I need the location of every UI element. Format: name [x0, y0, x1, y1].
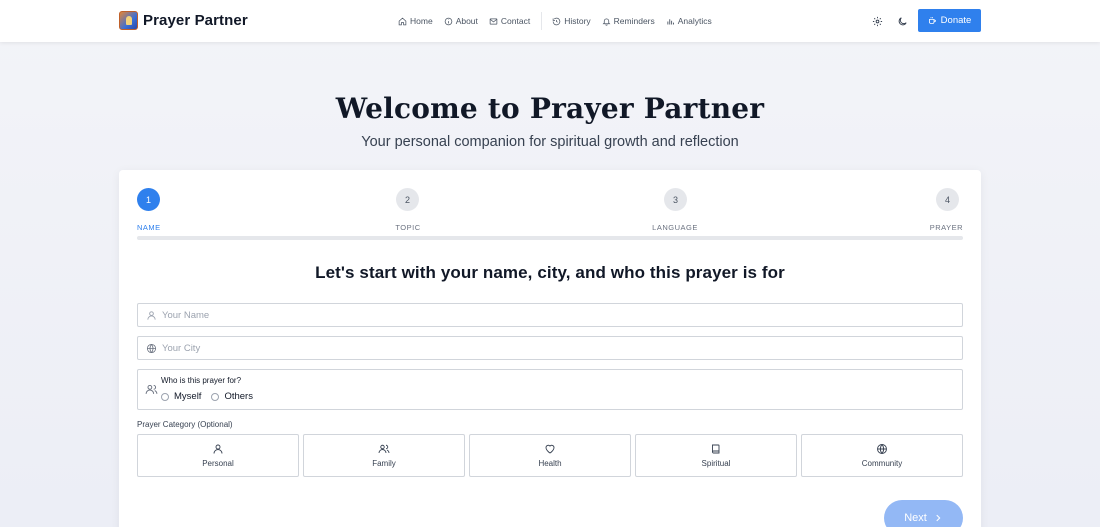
nav-home[interactable]: Home: [398, 16, 433, 26]
info-icon: [444, 17, 452, 25]
city-field[interactable]: [137, 336, 963, 360]
nav-reminders-label: Reminders: [613, 16, 655, 26]
step-heading: Let's start with your name, city, and wh…: [315, 263, 785, 282]
mail-icon: [489, 18, 498, 24]
home-icon: [398, 17, 407, 25]
nav-analytics-label: Analytics: [677, 16, 712, 26]
top-navbar: Prayer Partner Home About Contact Histor…: [0, 0, 1100, 42]
category-spiritual[interactable]: Spiritual: [635, 434, 797, 477]
globe-icon: [146, 343, 157, 353]
category-community[interactable]: Community: [801, 434, 963, 477]
users-icon: [145, 384, 158, 394]
users-icon: [378, 444, 390, 454]
donate-label: Donate: [940, 15, 972, 26]
step-4-number: 4: [936, 188, 959, 211]
nav-contact[interactable]: Contact: [489, 16, 530, 26]
myself-radio[interactable]: [161, 392, 169, 401]
nav-history[interactable]: History: [552, 16, 591, 26]
nav-reminders[interactable]: Reminders: [602, 16, 655, 26]
theme-toggle-button[interactable]: [894, 13, 910, 29]
step-1-number: 1: [137, 188, 160, 211]
bell-icon: [602, 18, 611, 26]
step-2[interactable]: 2: [396, 188, 419, 211]
prayer-recipient-group: Who is this prayer for? Myself Others: [137, 369, 963, 410]
page-title: Welcome to Prayer Partner: [335, 92, 765, 125]
city-input[interactable]: [162, 342, 942, 354]
prayer-recipient-label: Who is this prayer for?: [161, 376, 242, 385]
nav-about-label: About: [455, 16, 478, 26]
step-3-label: LANGUAGE: [652, 223, 698, 232]
nav-history-label: History: [564, 16, 591, 26]
coffee-icon: [928, 17, 936, 24]
category-family-label: Family: [372, 459, 396, 468]
step-1-label: NAME: [137, 223, 161, 232]
prayer-wizard-card: 1 NAME 2 TOPIC 3 LANGUAGE 4 PRAYER Let's…: [119, 170, 981, 527]
category-health-label: Health: [538, 459, 562, 468]
brand-name: Prayer Partner: [143, 12, 248, 29]
brand-logo-icon: [119, 11, 138, 30]
step-4[interactable]: 4: [936, 188, 959, 211]
history-icon: [552, 17, 561, 25]
settings-button[interactable]: [869, 13, 885, 29]
prayer-recipient-options: Myself Others: [161, 391, 263, 402]
donate-button[interactable]: Donate: [918, 9, 981, 32]
category-community-label: Community: [861, 459, 903, 468]
category-personal[interactable]: Personal: [137, 434, 299, 477]
user-icon: [147, 310, 156, 320]
category-family[interactable]: Family: [303, 434, 465, 477]
category-personal-label: Personal: [202, 459, 234, 468]
others-radio[interactable]: [211, 392, 220, 401]
brand[interactable]: Prayer Partner: [119, 11, 248, 30]
gear-icon: [872, 16, 882, 26]
nav-analytics[interactable]: Analytics: [666, 16, 712, 26]
chevron-right-icon: [936, 514, 941, 522]
next-button[interactable]: Next: [884, 500, 963, 527]
others-label[interactable]: Others: [224, 391, 253, 402]
name-input[interactable]: [162, 309, 942, 321]
step-1[interactable]: 1: [137, 188, 160, 211]
globe-icon: [877, 444, 887, 454]
main-nav: Home About Contact History Reminders Ana…: [398, 0, 723, 42]
step-2-number: 2: [396, 188, 419, 211]
name-field[interactable]: [137, 303, 963, 327]
page-subtitle: Your personal companion for spiritual gr…: [361, 134, 739, 150]
bar-chart-icon: [667, 18, 674, 24]
prayer-category-label: Prayer Category (Optional): [137, 420, 233, 429]
step-3-number: 3: [664, 188, 687, 211]
moon-icon: [898, 16, 907, 25]
nav-home-label: Home: [410, 16, 433, 26]
nav-about[interactable]: About: [444, 16, 478, 26]
nav-contact-label: Contact: [500, 16, 531, 26]
step-progress-bar: [137, 236, 963, 240]
myself-label[interactable]: Myself: [174, 391, 201, 402]
step-3[interactable]: 3: [664, 188, 687, 211]
category-health[interactable]: Health: [469, 434, 631, 477]
user-icon: [213, 444, 223, 454]
step-2-label: TOPIC: [395, 223, 421, 232]
nav-divider: [541, 12, 543, 30]
category-spiritual-label: Spiritual: [701, 459, 731, 468]
book-icon: [712, 444, 720, 454]
next-label: Next: [904, 512, 927, 524]
step-4-label: PRAYER: [929, 223, 963, 232]
heart-icon: [545, 444, 555, 454]
